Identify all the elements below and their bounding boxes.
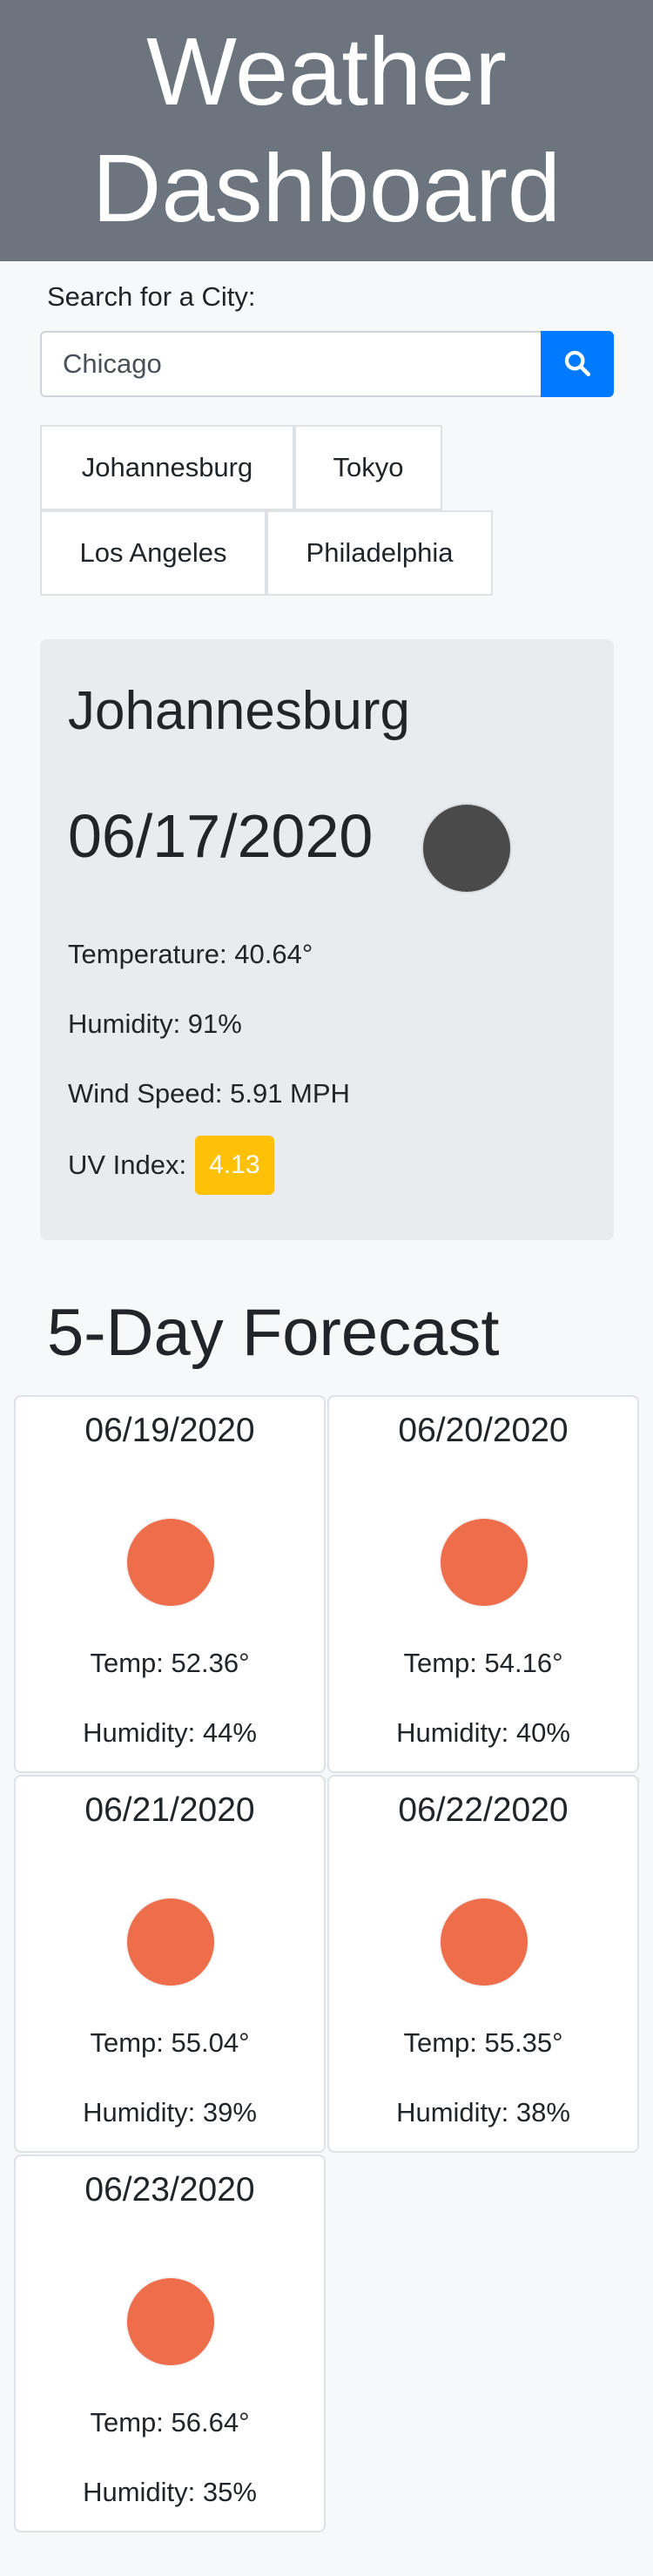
forecast-title: 5-Day Forecast [47,1296,500,1370]
uv-index-badge: 4.13 [195,1136,274,1195]
forecast-humidity: Humidity: 39% [83,2097,257,2128]
history-item-tokyo[interactable]: Tokyo [294,425,442,510]
forecast-card: 06/21/2020 Temp: 55.04° Humidity: 39% [14,1775,326,2153]
search-label: Search for a City: [47,281,256,312]
forecast-card: 06/20/2020 Temp: 54.16° Humidity: 40% [327,1395,639,1773]
forecast-date: 06/20/2020 [398,1412,569,1449]
sun-icon [127,1898,214,1986]
page-title: Weather Dashboard [91,18,562,242]
current-weather-card: Johannesburg 06/17/2020 Temperature: 40.… [40,639,614,1240]
current-wind-speed: Wind Speed: 5.91 MPH [68,1078,350,1109]
current-humidity: Humidity: 91% [68,1008,242,1039]
search-button[interactable] [541,331,614,397]
forecast-temp: Temp: 55.35° [403,2027,563,2058]
forecast-temp: Temp: 52.36° [90,1648,250,1678]
current-temperature: Temperature: 40.64° [68,939,313,969]
forecast-humidity: Humidity: 38% [396,2097,570,2128]
forecast-date: 06/19/2020 [84,1412,255,1449]
forecast-humidity: Humidity: 35% [83,2477,257,2507]
city-search-input[interactable] [40,331,541,397]
sun-icon [441,1519,528,1606]
forecast-date: 06/21/2020 [84,1791,255,1829]
forecast-humidity: Humidity: 40% [396,1717,570,1748]
history-item-philadelphia[interactable]: Philadelphia [266,510,493,596]
sun-icon [127,1519,214,1606]
forecast-card: 06/23/2020 Temp: 56.64° Humidity: 35% [14,2155,326,2532]
history-item-los-angeles[interactable]: Los Angeles [40,510,266,596]
current-date: 06/17/2020 [68,802,374,870]
search-icon [562,348,592,381]
forecast-card: 06/19/2020 Temp: 52.36° Humidity: 44% [14,1395,326,1773]
sun-icon [127,2278,214,2365]
forecast-temp: Temp: 55.04° [90,2027,250,2058]
page-header: Weather Dashboard [0,0,653,261]
uv-index-label: UV Index: [68,1150,187,1180]
forecast-temp: Temp: 54.16° [403,1648,563,1678]
forecast-card: 06/22/2020 Temp: 55.35° Humidity: 38% [327,1775,639,2153]
forecast-temp: Temp: 56.64° [90,2407,250,2438]
forecast-date: 06/23/2020 [84,2171,255,2208]
current-city-name: Johannesburg [68,681,410,741]
uv-index-row: UV Index: 4.13 [68,1136,274,1195]
forecast-humidity: Humidity: 44% [83,1717,257,1748]
history-item-johannesburg[interactable]: Johannesburg [40,425,294,510]
sun-icon [441,1898,528,1986]
forecast-date: 06/22/2020 [398,1791,569,1829]
weather-icon [423,805,510,892]
